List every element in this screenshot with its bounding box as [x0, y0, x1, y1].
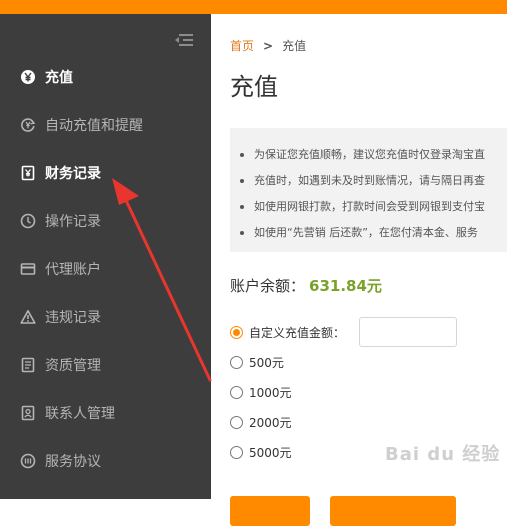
sidebar-item-qualification[interactable]: 资质管理: [0, 342, 211, 390]
sidebar: 充值 自动充值和提醒 财务记录 操作记录 代理账户 违规记录 资质管理 联系人管…: [0, 14, 211, 499]
amount-option-label: 2000元: [249, 415, 292, 430]
sidebar-item-label: 充值: [45, 70, 73, 86]
breadcrumb: 首页 > 充值: [230, 38, 306, 54]
card-icon: [20, 263, 36, 275]
finance-record-icon: [21, 165, 35, 181]
sidebar-item-label: 服务协议: [45, 454, 101, 470]
amount-option-label: 500元: [249, 355, 284, 370]
warning-icon: [20, 310, 36, 324]
breadcrumb-current: 充值: [282, 39, 307, 53]
account-balance: 账户余额： 631.84元: [230, 276, 382, 296]
sidebar-item-label: 操作记录: [45, 214, 101, 230]
sidebar-item-label: 财务记录: [45, 166, 101, 182]
contact-icon: [21, 405, 35, 421]
custom-amount-input[interactable]: [359, 317, 457, 347]
radio-icon[interactable]: [230, 445, 243, 459]
top-accent-bar: [0, 0, 507, 14]
watermark: Bai du 经验: [385, 444, 501, 465]
sidebar-item-label: 资质管理: [45, 358, 101, 374]
secondary-button[interactable]: [330, 496, 456, 526]
radio-icon[interactable]: [230, 355, 243, 369]
sidebar-item-finance-record[interactable]: 财务记录: [0, 150, 211, 198]
balance-label: 账户余额：: [230, 277, 306, 295]
balance-value: 631.84元: [309, 277, 382, 295]
sidebar-item-agent-account[interactable]: 代理账户: [0, 246, 211, 294]
sidebar-item-label: 代理账户: [45, 262, 101, 278]
sidebar-item-service-agreement[interactable]: 服务协议: [0, 438, 211, 486]
sidebar-item-contacts[interactable]: 联系人管理: [0, 390, 211, 438]
yen-circle-icon: [21, 70, 35, 84]
amount-option-500[interactable]: 500元: [230, 353, 284, 371]
sidebar-item-recharge[interactable]: 充值: [0, 54, 211, 102]
radio-icon[interactable]: [230, 385, 243, 399]
sidebar-item-violation-record[interactable]: 违规记录: [0, 294, 211, 342]
amount-option-label: 1000元: [249, 385, 292, 400]
notice-line: 为保证您充值顺畅，建议您充值时仅登录淘宝直: [240, 147, 485, 163]
amount-option-1000[interactable]: 1000元: [230, 383, 292, 401]
notice-panel: 为保证您充值顺畅，建议您充值时仅登录淘宝直 充值时，如遇到未及时到账情况，请与隔…: [230, 128, 507, 252]
breadcrumb-home-link[interactable]: 首页: [230, 39, 254, 53]
amount-option-custom[interactable]: 自定义充值金额：: [230, 323, 345, 341]
sidebar-item-operation-record[interactable]: 操作记录: [0, 198, 211, 246]
main-content: 首页 > 充值 充值 为保证您充值顺畅，建议您充值时仅登录淘宝直 充值时，如遇到未及…: [211, 14, 507, 526]
clock-icon: [20, 213, 36, 229]
page-title: 充值: [230, 73, 278, 101]
radio-icon[interactable]: [230, 415, 243, 429]
amount-option-5000[interactable]: 5000元: [230, 443, 292, 461]
menu-fold-icon[interactable]: [175, 33, 193, 47]
radio-checked-icon[interactable]: [230, 325, 243, 339]
notice-line: 充值时，如遇到未及时到账情况，请与隔日再查: [240, 173, 485, 189]
sidebar-item-label: 自动充值和提醒: [45, 118, 143, 134]
sidebar-item-auto-recharge[interactable]: 自动充值和提醒: [0, 102, 211, 150]
agreement-icon: [20, 453, 36, 469]
amount-option-label: 5000元: [249, 445, 292, 460]
sidebar-item-label: 违规记录: [45, 310, 101, 326]
primary-button[interactable]: [230, 496, 310, 526]
notice-line: 如使用网银打款，打款时间会受到网银到支付宝: [240, 199, 485, 215]
notice-line: 如使用“先营销 后还款”，在您付清本金、服务: [240, 225, 478, 241]
auto-recharge-icon: [21, 118, 36, 132]
sidebar-item-label: 联系人管理: [45, 406, 115, 422]
document-icon: [21, 357, 35, 373]
amount-option-label: 自定义充值金额：: [249, 325, 346, 340]
chevron-right-icon: >: [263, 39, 274, 53]
amount-option-2000[interactable]: 2000元: [230, 413, 292, 431]
